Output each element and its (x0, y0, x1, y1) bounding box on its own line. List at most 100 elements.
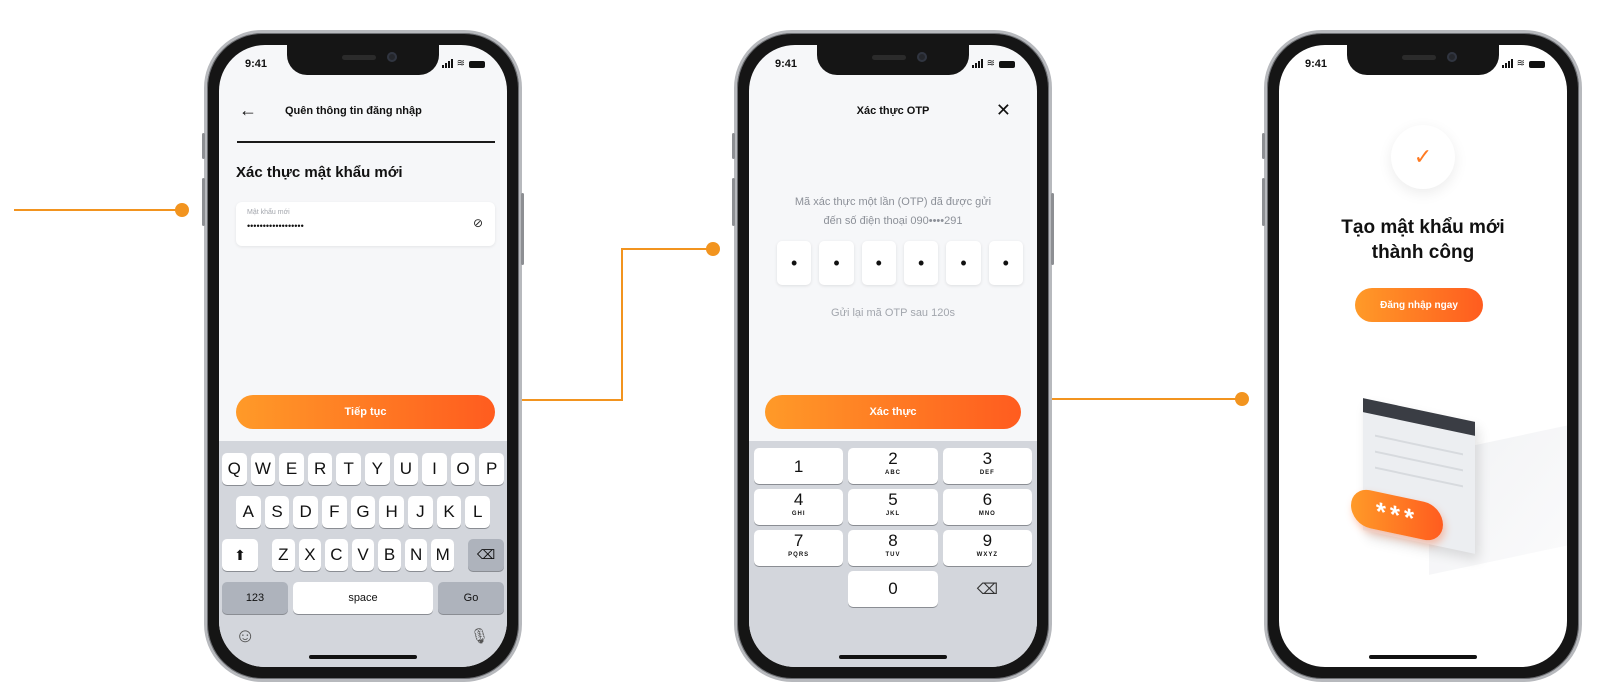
keypad-letters: PQRS (788, 552, 810, 558)
key-v[interactable]: V (351, 539, 375, 571)
phone-side-button (521, 193, 524, 265)
backspace-key[interactable]: ⌫ (468, 539, 505, 571)
phone-forgot-password: 9:41 ≋ ← Quên thông tin đăng nhập Xác th… (202, 30, 524, 682)
emoji-icon[interactable]: ☺ (235, 625, 255, 648)
connector-dot-3 (1235, 392, 1249, 406)
screen-new-password: 9:41 ≋ ← Quên thông tin đăng nhập Xác th… (219, 45, 507, 667)
phone-side-button (1262, 133, 1265, 159)
login-now-button[interactable]: Đăng nhập ngay (1355, 288, 1483, 322)
wifi-icon: ≋ (456, 58, 465, 69)
key-k[interactable]: K (436, 496, 462, 528)
keypad-key-8[interactable]: 8 TUV (848, 530, 938, 566)
keypad-key-5[interactable]: 5 JKL (848, 489, 938, 525)
key-w[interactable]: W (250, 453, 276, 485)
otp-box[interactable]: • (777, 241, 812, 285)
key-j[interactable]: J (408, 496, 433, 528)
shift-key[interactable]: ⬆ (222, 539, 258, 571)
keypad-key-4[interactable]: 4 GHI (754, 489, 844, 525)
keypad-digit: 2 (888, 449, 898, 468)
keypad-grid: 1 2 ABC 3 DEF 4 GHI 5 JKL 6 MNO 7 PQRS 8 TUV 9 W… (754, 448, 1032, 607)
key-z[interactable]: Z (272, 539, 295, 571)
keypad-empty (754, 571, 843, 607)
battery-icon (469, 61, 485, 68)
password-illustration: *** (1349, 398, 1567, 575)
keypad-key-9[interactable]: 9 WXYZ (942, 530, 1032, 566)
verify-button[interactable]: Xác thực (765, 395, 1021, 429)
status-time: 9:41 (245, 58, 268, 70)
keypad-digit: 4 (793, 490, 804, 509)
otp-box[interactable]: • (946, 241, 981, 285)
connector-line-2b (621, 248, 623, 401)
key-l[interactable]: L (465, 496, 491, 528)
key-e[interactable]: E (279, 453, 304, 485)
notch (287, 45, 439, 75)
keypad-key-6[interactable]: 6 MNO (942, 489, 1032, 525)
keypad-key-2[interactable]: 2 ABC (848, 448, 938, 484)
keypad-key-1[interactable]: 1 (754, 448, 844, 484)
microphone-icon[interactable]: 🎙 (470, 627, 489, 645)
phone-side-button (1262, 178, 1265, 226)
eye-off-icon[interactable]: ⊘ (473, 216, 483, 230)
key-g[interactable]: G (350, 496, 376, 528)
key-c[interactable]: C (325, 539, 348, 571)
keypad-digit: 6 (982, 490, 993, 509)
progress-bar (237, 141, 495, 143)
key-h[interactable]: H (379, 496, 405, 528)
back-arrow-icon[interactable]: ← (239, 100, 257, 121)
close-icon[interactable]: ✕ (996, 100, 1011, 121)
key-p[interactable]: P (479, 453, 504, 485)
key-q[interactable]: Q (222, 453, 247, 485)
otp-box[interactable]: • (903, 241, 939, 285)
otp-box[interactable]: • (861, 241, 896, 285)
space-key[interactable]: space (293, 582, 433, 614)
go-key[interactable]: Go (438, 582, 504, 614)
otp-box[interactable]: • (988, 241, 1023, 285)
keypad-key-0[interactable]: 0 (848, 571, 938, 607)
key-t[interactable]: T (336, 453, 361, 485)
keypad-key-7[interactable]: 7 PQRS (754, 530, 844, 566)
otp-box[interactable]: • (819, 241, 854, 285)
key-r[interactable]: R (307, 453, 333, 485)
success-title-line-2: thành công (1371, 242, 1475, 263)
numbers-key[interactable]: 123 (222, 582, 288, 614)
home-indicator (309, 655, 417, 659)
key-y[interactable]: Y (364, 453, 390, 485)
keypad-letters: ABC (884, 470, 901, 476)
keyboard-row-3: ⬆ Z X C V B N M ⌫ (222, 539, 505, 571)
success-title-line-1: Tạo mật khẩu mới (1341, 217, 1505, 238)
key-u[interactable]: U (393, 453, 419, 485)
status-icons: ≋ (971, 59, 1015, 69)
key-a[interactable]: A (236, 496, 261, 528)
key-x[interactable]: X (298, 539, 322, 571)
key-b[interactable]: B (378, 539, 401, 571)
key-s[interactable]: S (264, 496, 290, 528)
connector-line-1 (14, 209, 182, 211)
qwerty-keyboard: Q W E R T Y U I O P A S D F G H J K L ⬆ … (219, 441, 507, 667)
key-m[interactable]: M (431, 539, 455, 571)
keypad-digit: 5 (888, 490, 898, 509)
key-i[interactable]: I (422, 453, 447, 485)
status-icons: ≋ (441, 58, 485, 69)
keypad-key-3[interactable]: 3 DEF (942, 448, 1032, 484)
keyboard-row-4: 123 space Go (222, 582, 504, 614)
home-indicator (1369, 655, 1477, 659)
keypad-digit: 7 (793, 531, 804, 550)
keypad-letters: DEF (979, 470, 995, 476)
resend-otp-text: Gửi lại mã OTP sau 120s (831, 307, 955, 319)
status-time: 9:41 (1305, 58, 1328, 70)
status-icons: ≋ (1501, 59, 1545, 69)
continue-button[interactable]: Tiếp tục (236, 395, 495, 429)
battery-icon (999, 61, 1015, 68)
otp-input-group: • • • • • • (777, 241, 1023, 285)
key-f[interactable]: F (322, 496, 347, 528)
key-o[interactable]: O (450, 453, 476, 485)
keypad-delete-icon[interactable]: ⌫ (943, 571, 1032, 607)
password-value: •••••••••••••••••• (247, 221, 304, 231)
key-n[interactable]: N (404, 539, 428, 571)
phone-success: 9:41 ≋ ✓ Tạo mật khẩu mới thành công Đăn… (1262, 30, 1582, 682)
key-d[interactable]: D (293, 496, 319, 528)
password-field[interactable]: Mật khẩu mới •••••••••••••••••• ⊘ (236, 202, 495, 246)
phone-side-button (202, 178, 205, 226)
illustration-line (1375, 450, 1463, 472)
password-label: Mật khẩu mới (247, 209, 290, 216)
